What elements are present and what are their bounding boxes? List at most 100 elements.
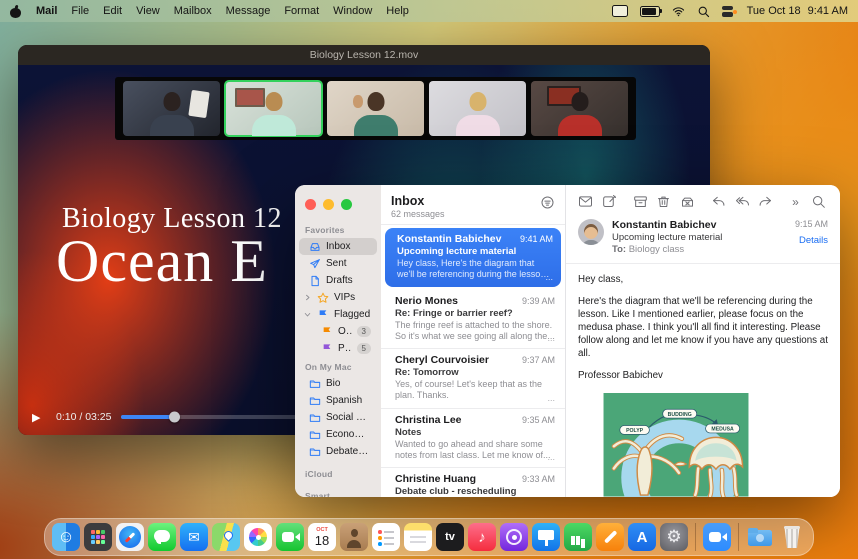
sidebar-item-social-studies[interactable]: Social Studies <box>299 409 377 426</box>
message-row[interactable]: Cheryl Courvoisier9:37 AM Re: Tomorrow Y… <box>381 349 565 409</box>
junk-button[interactable] <box>676 194 699 209</box>
menu-edit[interactable]: Edit <box>103 5 122 17</box>
close-button[interactable] <box>305 199 316 210</box>
sidebar-item-bio[interactable]: Bio <box>299 375 377 392</box>
sidebar-section-smart-mailboxes[interactable]: Smart Mailboxes <box>295 486 381 497</box>
dock-system-settings[interactable]: ⚙ <box>660 523 688 551</box>
mailbox-title: Inbox <box>391 194 555 208</box>
play-button[interactable]: ▶ <box>32 411 46 424</box>
dock-separator <box>695 523 696 551</box>
dock-maps[interactable] <box>212 523 240 551</box>
message-row-selected[interactable]: Konstantin Babichev9:41 AM Upcoming lect… <box>385 228 561 287</box>
dock-pages[interactable] <box>596 523 624 551</box>
dock-contacts[interactable] <box>340 523 368 551</box>
get-mail-button[interactable] <box>574 194 597 209</box>
search-button[interactable] <box>807 194 830 209</box>
participant-thumbnail <box>123 81 220 136</box>
dock-downloads-folder[interactable] <box>746 523 774 551</box>
sidebar-item-inbox[interactable]: Inbox <box>299 238 377 255</box>
menu-view[interactable]: View <box>136 5 160 17</box>
menu-time: 9:41 AM <box>808 5 848 17</box>
video-window-title: Biology Lesson 12.mov <box>310 49 419 61</box>
zoom-button[interactable] <box>341 199 352 210</box>
dock-podcasts[interactable] <box>500 523 528 551</box>
video-progress-knob[interactable] <box>169 412 180 423</box>
sender-avatar <box>578 219 604 245</box>
desktop-wallpaper: Mail File Edit View Mailbox Message Form… <box>0 0 858 559</box>
message-list-pane: Inbox 62 messages Konstantin Babichev9:4… <box>381 185 566 497</box>
dock-apple-tv[interactable]: tv <box>436 523 464 551</box>
details-link[interactable]: Details <box>795 235 828 246</box>
forward-button[interactable] <box>754 194 777 209</box>
orange-flag-icon <box>321 326 333 338</box>
dock-safari[interactable] <box>116 523 144 551</box>
dock-launchpad[interactable] <box>84 523 112 551</box>
minimize-button[interactable] <box>323 199 334 210</box>
participant-thumbnail <box>531 81 628 136</box>
dock-finder[interactable]: ☺ <box>52 523 80 551</box>
dock-keynote[interactable] <box>532 523 560 551</box>
sidebar-item-sent[interactable]: Sent <box>299 255 377 272</box>
menu-extra-icon[interactable] <box>722 6 735 17</box>
archive-icon <box>633 194 648 209</box>
filter-icon[interactable] <box>540 195 555 210</box>
menu-help[interactable]: Help <box>386 5 409 17</box>
sidebar-item-flagged[interactable]: Flagged <box>299 306 377 323</box>
delete-button[interactable] <box>652 194 675 209</box>
menu-message[interactable]: Message <box>226 5 271 17</box>
dock-messages[interactable] <box>148 523 176 551</box>
document-icon <box>309 275 321 287</box>
dock-music[interactable]: ♪ <box>468 523 496 551</box>
dock-trash[interactable] <box>778 523 806 551</box>
dock-app-store[interactable]: A <box>628 523 656 551</box>
sidebar-item-spanish[interactable]: Spanish <box>299 392 377 409</box>
screen-mirroring-icon[interactable] <box>612 5 628 17</box>
menu-format[interactable]: Format <box>284 5 319 17</box>
paper-plane-icon <box>309 258 321 270</box>
message-body: Hey class, Here's the diagram that we'll… <box>566 264 840 391</box>
menu-mailbox[interactable]: Mailbox <box>174 5 212 17</box>
menu-file[interactable]: File <box>71 5 89 17</box>
message-row[interactable]: Nerio Mones9:39 AM Re: Fringe or barrier… <box>381 290 565 350</box>
reply-all-button[interactable] <box>730 194 753 209</box>
dock-zoom[interactable] <box>703 523 731 551</box>
video-window-titlebar[interactable]: Biology Lesson 12.mov <box>18 45 710 65</box>
menu-date: Tue Oct 18 <box>747 5 801 17</box>
sidebar-item-drafts[interactable]: Drafts <box>299 272 377 289</box>
wifi-icon[interactable] <box>672 5 685 18</box>
compose-button[interactable] <box>597 194 620 209</box>
sidebar-item-vips[interactable]: VIPs <box>299 289 377 306</box>
sidebar-section-icloud[interactable]: iCloud <box>295 464 381 482</box>
more-toolbar-button[interactable]: » <box>783 195 806 209</box>
dock-reminders[interactable] <box>372 523 400 551</box>
dock-calendar[interactable]: OCT18 <box>308 523 336 551</box>
sidebar-item-debate-club[interactable]: Debate Club <box>299 443 377 460</box>
star-icon <box>317 292 329 304</box>
active-app-menu[interactable]: Mail <box>36 5 57 17</box>
apple-menu-icon[interactable] <box>10 5 22 18</box>
diagram-label-medusa: MEDUSA <box>711 427 734 433</box>
dock-notes[interactable] <box>404 523 432 551</box>
spotlight-search-icon[interactable] <box>697 5 710 18</box>
archive-button[interactable] <box>629 194 652 209</box>
chevron-right-icon[interactable] <box>303 293 312 302</box>
purple-flag-icon <box>321 343 333 355</box>
dock-mail[interactable]: ✉ <box>180 523 208 551</box>
chevron-down-icon[interactable] <box>303 310 312 319</box>
truncation-ellipsis: ... <box>547 452 555 462</box>
sidebar-item-purple-flag[interactable]: Purple 5 <box>299 340 377 357</box>
sidebar-item-economics[interactable]: Economics <box>299 426 377 443</box>
sidebar-item-orange-flag[interactable]: Orange 3 <box>299 323 377 340</box>
dock-separator <box>738 523 739 551</box>
message-subject: Upcoming lecture material <box>612 232 787 243</box>
forward-icon <box>758 194 773 209</box>
dock-numbers[interactable] <box>564 523 592 551</box>
dock-facetime[interactable] <box>276 523 304 551</box>
reply-button[interactable] <box>707 194 730 209</box>
battery-icon[interactable] <box>640 6 660 17</box>
menu-window[interactable]: Window <box>333 5 372 17</box>
message-row[interactable]: Christine Huang9:33 AM Debate club - res… <box>381 468 565 497</box>
dock-photos[interactable] <box>244 523 272 551</box>
menu-bar-clock[interactable]: Tue Oct 18 9:41 AM <box>747 5 848 17</box>
message-row[interactable]: Christina Lee9:35 AM Notes Wanted to go … <box>381 409 565 469</box>
